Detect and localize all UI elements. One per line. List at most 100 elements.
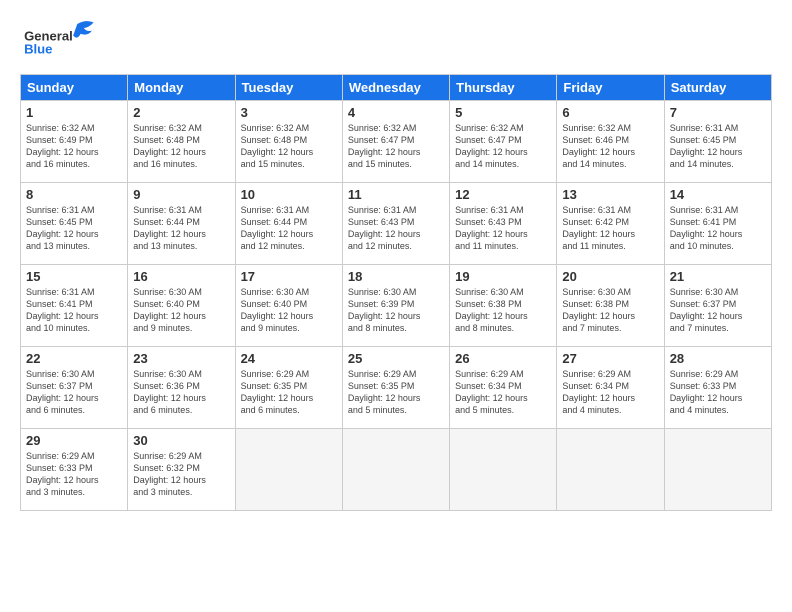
day-number: 3 bbox=[241, 105, 337, 120]
calendar-cell: 10 Sunrise: 6:31 AM Sunset: 6:44 PM Dayli… bbox=[235, 183, 342, 265]
calendar-cell: 6 Sunrise: 6:32 AM Sunset: 6:46 PM Daylig… bbox=[557, 101, 664, 183]
calendar-cell: 11 Sunrise: 6:31 AM Sunset: 6:43 PM Dayli… bbox=[342, 183, 449, 265]
day-info: Sunrise: 6:31 AM Sunset: 6:43 PM Dayligh… bbox=[348, 204, 444, 253]
weekday-header-tuesday: Tuesday bbox=[235, 75, 342, 101]
weekday-header-saturday: Saturday bbox=[664, 75, 771, 101]
day-info: Sunrise: 6:29 AM Sunset: 6:34 PM Dayligh… bbox=[562, 368, 658, 417]
day-info: Sunrise: 6:31 AM Sunset: 6:45 PM Dayligh… bbox=[26, 204, 122, 253]
calendar-cell: 27Sunrise: 6:29 AM Sunset: 6:34 PM Dayli… bbox=[557, 347, 664, 429]
day-info: Sunrise: 6:29 AM Sunset: 6:33 PM Dayligh… bbox=[26, 450, 122, 499]
calendar-cell: 22 Sunrise: 6:30 AM Sunset: 6:37 PM Dayli… bbox=[21, 347, 128, 429]
day-number: 5 bbox=[455, 105, 551, 120]
day-number: 13 bbox=[562, 187, 658, 202]
calendar-cell: 19 Sunrise: 6:30 AM Sunset: 6:38 PM Dayli… bbox=[450, 265, 557, 347]
day-info: Sunrise: 6:30 AM Sunset: 6:39 PM Dayligh… bbox=[348, 286, 444, 335]
day-info: Sunrise: 6:29 AM Sunset: 6:35 PM Dayligh… bbox=[348, 368, 444, 417]
calendar-week-5: 29 Sunrise: 6:29 AM Sunset: 6:33 PM Dayli… bbox=[21, 429, 772, 511]
calendar-cell: 13 Sunrise: 6:31 AM Sunset: 6:42 PM Dayli… bbox=[557, 183, 664, 265]
day-info: Sunrise: 6:32 AM Sunset: 6:47 PM Dayligh… bbox=[455, 122, 551, 171]
weekday-header-thursday: Thursday bbox=[450, 75, 557, 101]
calendar-cell bbox=[664, 429, 771, 511]
calendar-cell: 25 Sunrise: 6:29 AM Sunset: 6:35 PM Dayli… bbox=[342, 347, 449, 429]
day-info: Sunrise: 6:32 AM Sunset: 6:46 PM Dayligh… bbox=[562, 122, 658, 171]
day-number: 20 bbox=[562, 269, 658, 284]
day-number: 29 bbox=[26, 433, 122, 448]
day-info: Sunrise: 6:30 AM Sunset: 6:38 PM Dayligh… bbox=[562, 286, 658, 335]
day-number: 6 bbox=[562, 105, 658, 120]
day-info: Sunrise: 6:30 AM Sunset: 6:38 PM Dayligh… bbox=[455, 286, 551, 335]
calendar-cell bbox=[557, 429, 664, 511]
day-number: 14 bbox=[670, 187, 766, 202]
calendar-cell bbox=[235, 429, 342, 511]
day-info: Sunrise: 6:31 AM Sunset: 6:44 PM Dayligh… bbox=[133, 204, 229, 253]
day-info: Sunrise: 6:31 AM Sunset: 6:45 PM Dayligh… bbox=[670, 122, 766, 171]
day-number: 21 bbox=[670, 269, 766, 284]
day-info: Sunrise: 6:31 AM Sunset: 6:41 PM Dayligh… bbox=[670, 204, 766, 253]
day-number: 18 bbox=[348, 269, 444, 284]
calendar-cell: 5 Sunrise: 6:32 AM Sunset: 6:47 PM Daylig… bbox=[450, 101, 557, 183]
day-number: 11 bbox=[348, 187, 444, 202]
calendar-cell: 21 Sunrise: 6:30 AM Sunset: 6:37 PM Dayli… bbox=[664, 265, 771, 347]
weekday-header-monday: Monday bbox=[128, 75, 235, 101]
day-number: 10 bbox=[241, 187, 337, 202]
day-info: Sunrise: 6:30 AM Sunset: 6:37 PM Dayligh… bbox=[670, 286, 766, 335]
page: General Blue SundayMondayTuesdayWednesda… bbox=[0, 0, 792, 612]
calendar-cell: 7 Sunrise: 6:31 AM Sunset: 6:45 PM Daylig… bbox=[664, 101, 771, 183]
day-number: 22 bbox=[26, 351, 122, 366]
calendar-cell: 26Sunrise: 6:29 AM Sunset: 6:34 PM Dayli… bbox=[450, 347, 557, 429]
calendar-cell: 3Sunrise: 6:32 AM Sunset: 6:48 PM Daylig… bbox=[235, 101, 342, 183]
day-number: 28 bbox=[670, 351, 766, 366]
day-number: 24 bbox=[241, 351, 337, 366]
day-number: 7 bbox=[670, 105, 766, 120]
day-number: 1 bbox=[26, 105, 122, 120]
day-number: 16 bbox=[133, 269, 229, 284]
logo-svg: General Blue bbox=[20, 16, 110, 64]
day-info: Sunrise: 6:30 AM Sunset: 6:36 PM Dayligh… bbox=[133, 368, 229, 417]
calendar-cell: 12Sunrise: 6:31 AM Sunset: 6:43 PM Dayli… bbox=[450, 183, 557, 265]
calendar-cell bbox=[342, 429, 449, 511]
calendar-cell: 4 Sunrise: 6:32 AM Sunset: 6:47 PM Daylig… bbox=[342, 101, 449, 183]
day-info: Sunrise: 6:29 AM Sunset: 6:35 PM Dayligh… bbox=[241, 368, 337, 417]
calendar-cell: 20 Sunrise: 6:30 AM Sunset: 6:38 PM Dayli… bbox=[557, 265, 664, 347]
day-info: Sunrise: 6:32 AM Sunset: 6:49 PM Dayligh… bbox=[26, 122, 122, 171]
day-number: 25 bbox=[348, 351, 444, 366]
day-info: Sunrise: 6:30 AM Sunset: 6:37 PM Dayligh… bbox=[26, 368, 122, 417]
logo: General Blue bbox=[20, 16, 110, 64]
day-number: 9 bbox=[133, 187, 229, 202]
day-number: 15 bbox=[26, 269, 122, 284]
day-info: Sunrise: 6:31 AM Sunset: 6:43 PM Dayligh… bbox=[455, 204, 551, 253]
day-info: Sunrise: 6:29 AM Sunset: 6:33 PM Dayligh… bbox=[670, 368, 766, 417]
day-info: Sunrise: 6:31 AM Sunset: 6:42 PM Dayligh… bbox=[562, 204, 658, 253]
calendar-table: SundayMondayTuesdayWednesdayThursdayFrid… bbox=[20, 74, 772, 511]
calendar-cell: 29 Sunrise: 6:29 AM Sunset: 6:33 PM Dayli… bbox=[21, 429, 128, 511]
header: General Blue bbox=[20, 16, 772, 64]
calendar-week-2: 8Sunrise: 6:31 AM Sunset: 6:45 PM Daylig… bbox=[21, 183, 772, 265]
weekday-header-row: SundayMondayTuesdayWednesdayThursdayFrid… bbox=[21, 75, 772, 101]
calendar-week-3: 15Sunrise: 6:31 AM Sunset: 6:41 PM Dayli… bbox=[21, 265, 772, 347]
day-info: Sunrise: 6:29 AM Sunset: 6:32 PM Dayligh… bbox=[133, 450, 229, 499]
calendar-cell: 16 Sunrise: 6:30 AM Sunset: 6:40 PM Dayli… bbox=[128, 265, 235, 347]
day-info: Sunrise: 6:32 AM Sunset: 6:47 PM Dayligh… bbox=[348, 122, 444, 171]
day-number: 23 bbox=[133, 351, 229, 366]
calendar-cell: 17Sunrise: 6:30 AM Sunset: 6:40 PM Dayli… bbox=[235, 265, 342, 347]
day-number: 30 bbox=[133, 433, 229, 448]
calendar-cell: 30 Sunrise: 6:29 AM Sunset: 6:32 PM Dayli… bbox=[128, 429, 235, 511]
calendar-cell: 24 Sunrise: 6:29 AM Sunset: 6:35 PM Dayli… bbox=[235, 347, 342, 429]
day-info: Sunrise: 6:32 AM Sunset: 6:48 PM Dayligh… bbox=[133, 122, 229, 171]
day-info: Sunrise: 6:29 AM Sunset: 6:34 PM Dayligh… bbox=[455, 368, 551, 417]
calendar-cell: 1 Sunrise: 6:32 AM Sunset: 6:49 PM Daylig… bbox=[21, 101, 128, 183]
weekday-header-friday: Friday bbox=[557, 75, 664, 101]
day-number: 17 bbox=[241, 269, 337, 284]
weekday-header-sunday: Sunday bbox=[21, 75, 128, 101]
calendar-cell bbox=[450, 429, 557, 511]
calendar-cell: 2Sunrise: 6:32 AM Sunset: 6:48 PM Daylig… bbox=[128, 101, 235, 183]
calendar-cell: 8Sunrise: 6:31 AM Sunset: 6:45 PM Daylig… bbox=[21, 183, 128, 265]
calendar-week-1: 1 Sunrise: 6:32 AM Sunset: 6:49 PM Daylig… bbox=[21, 101, 772, 183]
day-number: 4 bbox=[348, 105, 444, 120]
day-info: Sunrise: 6:30 AM Sunset: 6:40 PM Dayligh… bbox=[133, 286, 229, 335]
calendar-cell: 15Sunrise: 6:31 AM Sunset: 6:41 PM Dayli… bbox=[21, 265, 128, 347]
day-info: Sunrise: 6:31 AM Sunset: 6:44 PM Dayligh… bbox=[241, 204, 337, 253]
calendar-cell: 28 Sunrise: 6:29 AM Sunset: 6:33 PM Dayli… bbox=[664, 347, 771, 429]
calendar-cell: 9 Sunrise: 6:31 AM Sunset: 6:44 PM Daylig… bbox=[128, 183, 235, 265]
day-number: 19 bbox=[455, 269, 551, 284]
